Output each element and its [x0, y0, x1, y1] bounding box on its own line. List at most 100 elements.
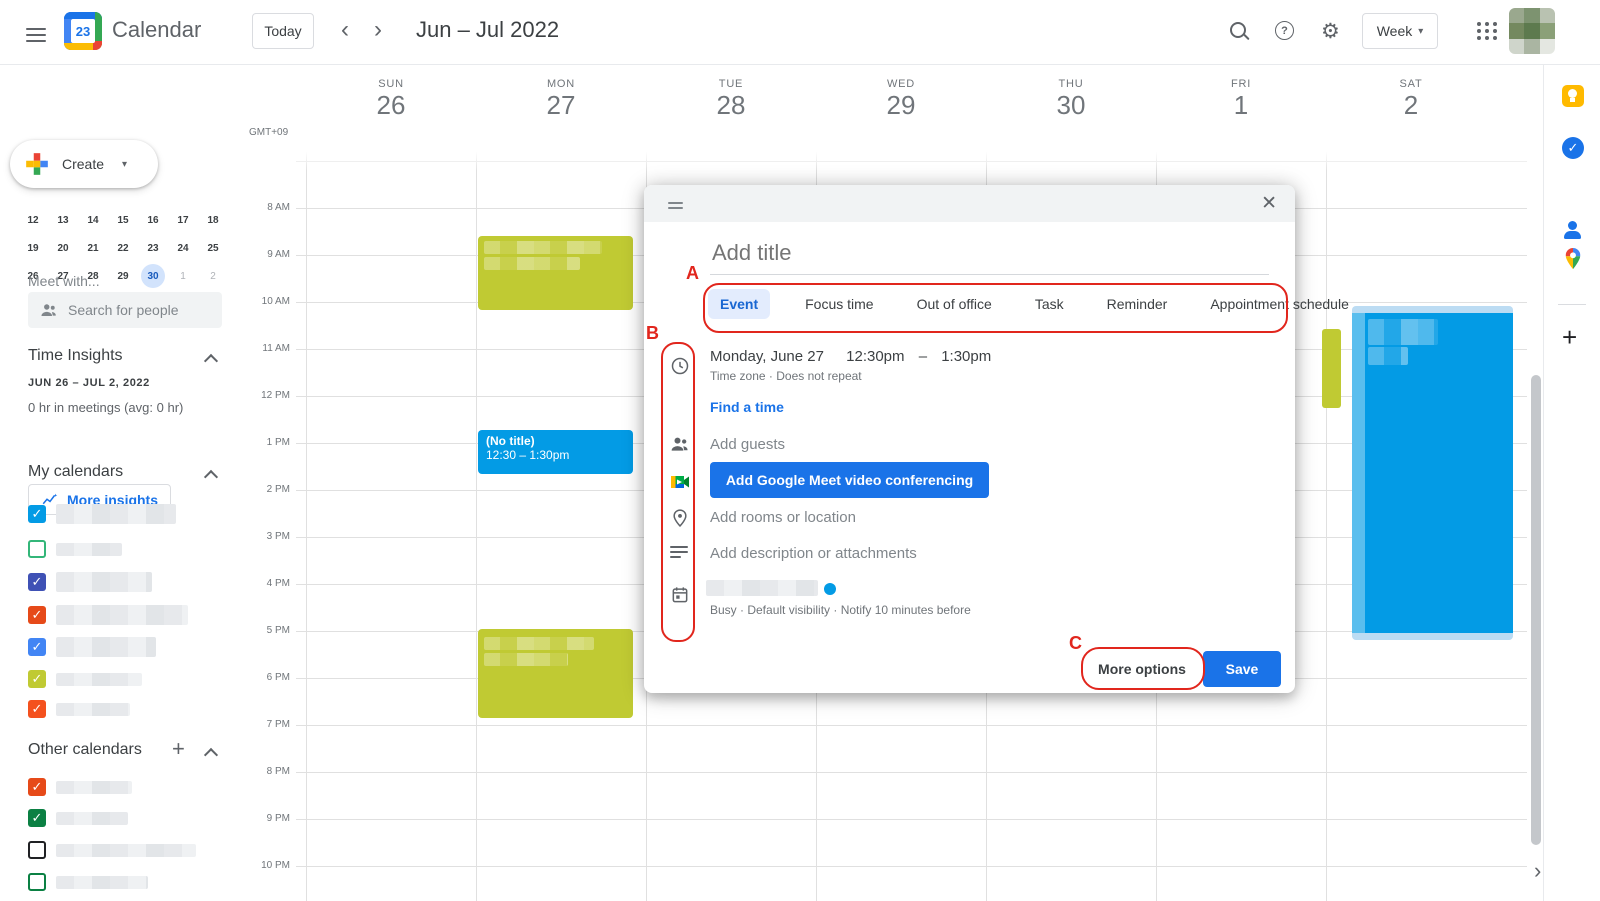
- day-header-sun[interactable]: SUN26: [331, 78, 451, 121]
- drag-handle-icon[interactable]: [668, 199, 683, 212]
- my-calendar-item[interactable]: ✓: [28, 670, 142, 688]
- add-rooms-location-field[interactable]: Add rooms or location: [710, 509, 856, 526]
- mini-day[interactable]: 17: [168, 206, 198, 234]
- calendar-checkbox[interactable]: [28, 873, 46, 891]
- account-avatar[interactable]: [1509, 8, 1555, 54]
- logo-day-number: 23: [71, 19, 95, 43]
- event-start-time[interactable]: 12:30pm: [846, 348, 904, 365]
- calendar-checkbox[interactable]: ✓: [28, 670, 46, 688]
- day-header-sat[interactable]: SAT2: [1351, 78, 1471, 121]
- day-header-wed[interactable]: WED29: [841, 78, 961, 121]
- mini-day[interactable]: 21: [78, 234, 108, 262]
- add-guests-field[interactable]: Add guests: [710, 436, 785, 453]
- my-calendars-title: My calendars: [28, 463, 123, 481]
- mini-day-selected[interactable]: 30: [138, 262, 168, 290]
- other-calendar-item[interactable]: ✓: [28, 778, 132, 796]
- event-title-input[interactable]: [710, 239, 1269, 275]
- view-selector-dropdown[interactable]: Week ▾: [1362, 13, 1438, 49]
- event-date[interactable]: Monday, June 27: [710, 348, 824, 365]
- event-saturday-selected-redacted[interactable]: [1352, 306, 1513, 640]
- mini-day[interactable]: 24: [168, 234, 198, 262]
- google-apps-grid-icon[interactable]: [1477, 22, 1498, 40]
- mini-day[interactable]: 29: [108, 262, 138, 290]
- calendar-checkbox[interactable]: [28, 540, 46, 558]
- mini-day[interactable]: 23: [138, 234, 168, 262]
- event-monday-evening-redacted[interactable]: [478, 629, 633, 718]
- event-datetime-row[interactable]: Monday, June 27 12:30pm – 1:30pm: [710, 348, 991, 365]
- settings-gear-icon[interactable]: ⚙: [1321, 19, 1340, 44]
- mini-day[interactable]: 12: [18, 206, 48, 234]
- mini-day[interactable]: 20: [48, 234, 78, 262]
- calendar-checkbox[interactable]: ✓: [28, 573, 46, 591]
- hide-panel-chevron-icon[interactable]: ›: [1534, 858, 1541, 884]
- create-button[interactable]: Create ▾: [10, 140, 158, 188]
- event-friday-redacted[interactable]: [1322, 329, 1341, 408]
- my-calendar-item[interactable]: ✓: [28, 572, 152, 592]
- mini-day[interactable]: 25: [198, 234, 228, 262]
- collapse-my-calendars-icon[interactable]: [204, 470, 218, 484]
- calendar-checkbox[interactable]: ✓: [28, 809, 46, 827]
- mini-day[interactable]: 15: [108, 206, 138, 234]
- other-calendar-item[interactable]: [28, 841, 196, 859]
- keep-icon[interactable]: [1562, 85, 1584, 107]
- maps-icon[interactable]: [1562, 247, 1584, 269]
- calendar-color-dot[interactable]: [824, 583, 836, 595]
- annotation-label-a: A: [686, 263, 699, 284]
- mini-day[interactable]: 18: [198, 206, 228, 234]
- other-calendar-item[interactable]: [28, 873, 148, 891]
- save-button[interactable]: Save: [1203, 651, 1281, 687]
- prev-week-icon[interactable]: ‹: [341, 20, 349, 40]
- other-calendar-item[interactable]: ✓: [28, 809, 128, 827]
- event-monday-morning-redacted[interactable]: [478, 236, 633, 310]
- add-other-calendars-icon[interactable]: +: [172, 736, 185, 762]
- collapse-time-insights-icon[interactable]: [204, 354, 218, 368]
- event-monday-no-title[interactable]: (No title) 12:30 – 1:30pm: [478, 430, 633, 474]
- collapse-other-calendars-icon[interactable]: [204, 748, 218, 762]
- vertical-scrollbar[interactable]: [1531, 375, 1541, 845]
- main-menu-icon[interactable]: [26, 24, 46, 46]
- help-icon[interactable]: ?: [1275, 21, 1294, 40]
- calendar-checkbox[interactable]: [28, 841, 46, 859]
- recurrence-meta[interactable]: Time zone · Does not repeat: [710, 369, 862, 383]
- my-calendar-item[interactable]: ✓: [28, 605, 188, 625]
- find-a-time-link[interactable]: Find a time: [710, 399, 784, 415]
- add-meet-button[interactable]: Add Google Meet video conferencing: [710, 462, 989, 498]
- mini-day[interactable]: 14: [78, 206, 108, 234]
- search-icon[interactable]: [1230, 22, 1246, 38]
- calendar-checkbox[interactable]: ✓: [28, 606, 46, 624]
- calendar-checkbox[interactable]: ✓: [28, 505, 46, 523]
- day-header-tue[interactable]: TUE28: [671, 78, 791, 121]
- my-calendar-item[interactable]: ✓: [28, 700, 130, 718]
- my-calendar-item[interactable]: ✓: [28, 637, 156, 657]
- today-button[interactable]: Today: [252, 13, 314, 49]
- my-calendar-item[interactable]: [28, 540, 122, 558]
- next-week-icon[interactable]: ›: [374, 20, 382, 40]
- dialog-header[interactable]: ✕: [644, 185, 1295, 222]
- mini-day[interactable]: 16: [138, 206, 168, 234]
- day-header-thu[interactable]: THU30: [1011, 78, 1131, 121]
- calendar-checkbox[interactable]: ✓: [28, 638, 46, 656]
- column-divider: [476, 145, 477, 901]
- mini-day[interactable]: 2: [198, 262, 228, 290]
- time-insights-title: Time Insights: [28, 347, 123, 365]
- close-icon[interactable]: ✕: [1261, 192, 1277, 215]
- mini-day[interactable]: 19: [18, 234, 48, 262]
- mini-day[interactable]: 1: [168, 262, 198, 290]
- calendar-checkbox[interactable]: ✓: [28, 778, 46, 796]
- add-description-field[interactable]: Add description or attachments: [710, 545, 917, 562]
- my-calendar-item[interactable]: ✓: [28, 504, 176, 524]
- contacts-icon[interactable]: [1562, 219, 1584, 241]
- other-calendars-title: Other calendars: [28, 741, 142, 759]
- tasks-icon[interactable]: ✓: [1562, 137, 1584, 159]
- calendar-checkbox[interactable]: ✓: [28, 700, 46, 718]
- event-visibility-meta[interactable]: Busy · Default visibility · Notify 10 mi…: [710, 603, 971, 617]
- calendar-logo[interactable]: 23: [64, 12, 102, 50]
- day-header-fri[interactable]: FRI1: [1181, 78, 1301, 121]
- event-end-time[interactable]: 1:30pm: [941, 348, 991, 365]
- calendar-name-redacted[interactable]: [706, 580, 818, 596]
- get-addons-plus-icon[interactable]: +: [1562, 322, 1577, 353]
- mini-day[interactable]: 22: [108, 234, 138, 262]
- mini-day[interactable]: 13: [48, 206, 78, 234]
- day-header-mon[interactable]: MON27: [501, 78, 621, 121]
- search-people-input[interactable]: Search for people: [28, 292, 222, 328]
